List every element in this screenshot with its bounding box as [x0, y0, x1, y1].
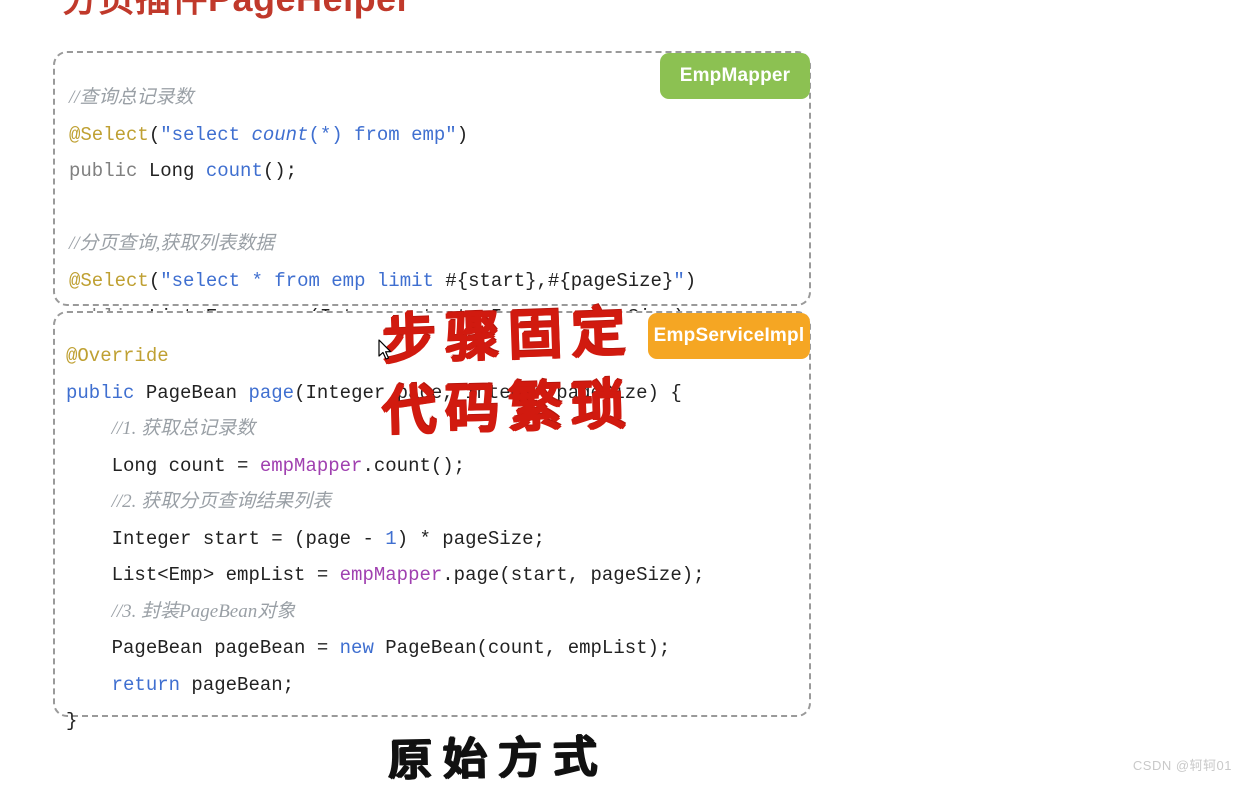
code-token-annotation: @Override	[66, 345, 169, 367]
page-title: 分页插件PageHelper	[62, 0, 411, 22]
code-line-comment: //1. 获取总记录数	[111, 418, 256, 439]
badge-emp-mapper: EmpMapper	[660, 53, 810, 99]
badge-emp-mapper-label: EmpMapper	[679, 65, 791, 86]
service-code-box: @Override public PageBean page(Integer p…	[53, 311, 811, 732]
badge-emp-service-impl-label: EmpServiceImpl	[653, 325, 805, 346]
code-line-comment: //查询总记录数	[69, 87, 194, 108]
code-token-annotation: @Select	[69, 269, 149, 292]
code-line-comment: //3. 封装PageBean对象	[111, 600, 296, 622]
code-line-comment: //2. 获取分页查询结果列表	[111, 491, 332, 512]
service-code-text: @Override public PageBean page(Integer p…	[66, 345, 705, 732]
mouse-cursor-icon	[378, 339, 392, 360]
badge-emp-service-impl: EmpServiceImpl	[648, 313, 810, 359]
watermark: CSDN @轲轲01	[1132, 758, 1232, 773]
mapper-code-text: //查询总记录数 @Select("select count(*) from e…	[69, 87, 697, 328]
code-line-comment: //分页查询,获取列表数据	[69, 233, 275, 254]
code-token-annotation: @Select	[69, 123, 149, 146]
